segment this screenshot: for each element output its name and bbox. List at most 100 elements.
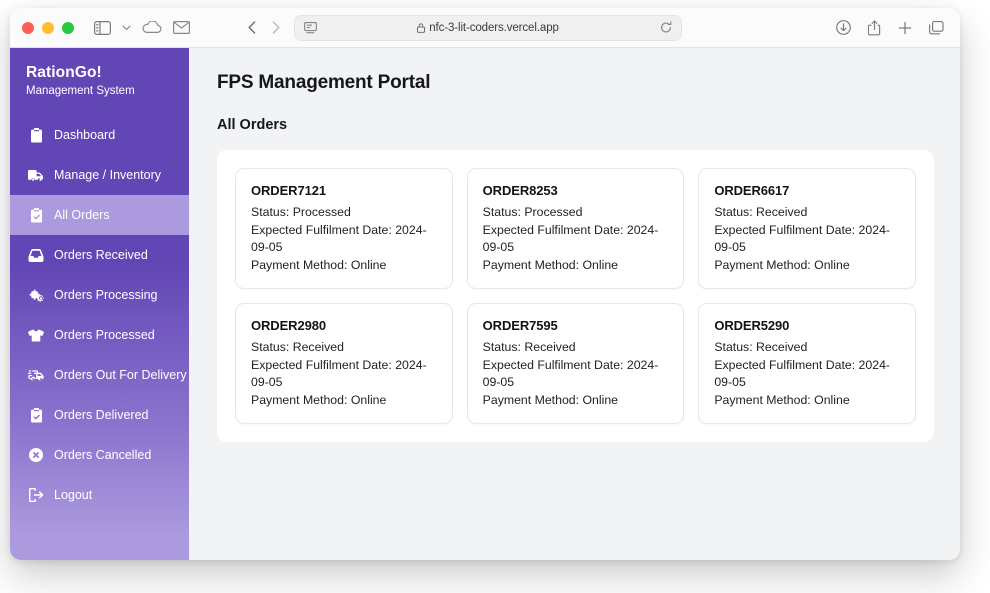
truck-icon: [28, 169, 44, 182]
lock-icon: [417, 22, 426, 33]
order-payment-method: Payment Method: Online: [483, 392, 670, 410]
order-status-value: Received: [524, 340, 576, 354]
order-status: Status: Received: [251, 339, 438, 357]
back-button[interactable]: [248, 21, 256, 34]
reload-icon[interactable]: [660, 21, 672, 34]
sidebar-item-orders-processing[interactable]: Orders Processing: [10, 275, 189, 315]
tab-overview-icon[interactable]: [929, 20, 944, 35]
chevron-down-icon[interactable]: [122, 24, 131, 31]
order-payment-method-value: Online: [814, 257, 850, 272]
sidebar-item-manage-inventory[interactable]: Manage / Inventory: [10, 155, 189, 195]
address-bar[interactable]: nfc-3-lit-coders.vercel.app: [294, 14, 682, 41]
sidebar-item-logout[interactable]: Logout: [10, 475, 189, 515]
sidebar-item-label: Dashboard: [54, 128, 116, 142]
times-circle-icon: [28, 448, 44, 462]
sidebar-item-label: Orders Processed: [54, 328, 155, 342]
order-id: ORDER5290: [714, 318, 790, 333]
inbox-icon: [28, 248, 44, 262]
order-card[interactable]: ORDER6617 Status: Received Expected Fulfil…: [698, 168, 916, 289]
order-fulfilment-date: Expected Fulfilment Date: 2024-09-05: [483, 222, 670, 257]
order-card[interactable]: ORDER8253 Status: Processed Expected Fulfi…: [466, 168, 685, 289]
sidebar: RationGo! Management System Dashboard Man…: [10, 48, 189, 560]
url-text-wrapper: nfc-3-lit-coders.vercel.app: [295, 22, 681, 34]
share-icon[interactable]: [868, 19, 881, 36]
order-fulfilment-date-label: Expected Fulfilment Date:: [482, 357, 624, 372]
order-card[interactable]: ORDER7121 Status: Processed Expected Fulfi…: [235, 168, 453, 289]
section-title: All Orders: [217, 117, 288, 133]
order-card[interactable]: ORDER5290 Status: Received Expected Fulfil…: [698, 303, 916, 424]
order-status-label: Status:: [714, 340, 753, 354]
toolbar-left-icons: [94, 20, 190, 35]
order-status-value: Processed: [524, 205, 583, 219]
sidebar-item-label: Logout: [54, 488, 93, 502]
order-status-value: Received: [756, 340, 808, 354]
order-fulfilment-date: Expected Fulfilment Date: 2024-09-05: [714, 357, 901, 392]
sidebar-item-dashboard[interactable]: Dashboard: [10, 115, 189, 155]
order-fulfilment-date-label: Expected Fulfilment Date:: [251, 357, 392, 372]
shipping-fast-icon: [28, 369, 44, 382]
mail-icon[interactable]: [173, 21, 190, 34]
order-card[interactable]: ORDER2980 Status: Received Expected Fulfil…: [235, 303, 453, 424]
sidebar-item-label: Orders Out For Delivery: [54, 368, 187, 382]
order-status: Status: Processed: [483, 204, 670, 222]
sidebar-item-label: Manage / Inventory: [54, 168, 162, 182]
close-window-button[interactable]: [22, 21, 34, 34]
order-payment-method: Payment Method: Online: [251, 257, 438, 275]
order-payment-method-label: Payment Method:: [714, 257, 811, 272]
order-status: Status: Received: [714, 204, 901, 222]
order-fulfilment-date-label: Expected Fulfilment Date:: [251, 222, 392, 237]
sidebar-item-orders-received[interactable]: Orders Received: [10, 235, 189, 275]
order-fulfilment-date-label: Expected Fulfilment Date:: [714, 222, 856, 237]
order-status-value: Processed: [292, 205, 351, 219]
url-text: nfc-3-lit-coders.vercel.app: [429, 21, 559, 34]
order-status: Status: Received: [483, 339, 670, 357]
order-id: ORDER8253: [482, 183, 558, 198]
order-fulfilment-date: Expected Fulfilment Date: 2024-09-05: [714, 222, 901, 257]
page-title: FPS Management Portal: [217, 72, 431, 93]
sign-out-icon: [28, 488, 44, 502]
icloud-icon[interactable]: [142, 21, 162, 34]
clipboard-list-icon: [28, 127, 44, 143]
sidebar-item-label: Orders Processing: [54, 288, 158, 302]
order-payment-method-value: Online: [350, 257, 387, 272]
order-status-label: Status:: [714, 205, 753, 219]
sidebar-item-orders-delivered[interactable]: Orders Delivered: [10, 395, 189, 435]
order-fulfilment-date: Expected Fulfilment Date: 2024-09-05: [483, 357, 670, 392]
order-status-label: Status:: [482, 205, 521, 219]
page-body: RationGo! Management System Dashboard Man…: [10, 48, 960, 560]
order-status-label: Status:: [482, 340, 521, 354]
forward-button[interactable]: [272, 21, 280, 34]
order-fulfilment-date-label: Expected Fulfilment Date:: [482, 222, 624, 237]
sidebar-item-orders-out-for-delivery[interactable]: Orders Out For Delivery: [10, 355, 189, 395]
order-fulfilment-date: Expected Fulfilment Date: 2024-09-05: [251, 357, 438, 392]
order-payment-method: Payment Method: Online: [714, 392, 901, 410]
clipboard-check-icon: [28, 207, 44, 223]
navigation-arrows: [248, 21, 280, 34]
sidebar-item-orders-cancelled[interactable]: Orders Cancelled: [10, 435, 189, 475]
sidebar-item-orders-processed[interactable]: Orders Processed: [10, 315, 189, 355]
sidebar-toggle-icon[interactable]: [94, 20, 111, 35]
new-tab-icon[interactable]: [898, 21, 912, 35]
order-payment-method: Payment Method: Online: [714, 257, 901, 275]
downloads-icon[interactable]: [836, 20, 851, 35]
minimize-window-button[interactable]: [42, 21, 54, 34]
order-card[interactable]: ORDER7595 Status: Received Expected Fulfil…: [466, 303, 685, 424]
browser-toolbar: nfc-3-lit-coders.vercel.app: [10, 8, 960, 48]
orders-panel: ORDER7121 Status: Processed Expected Fulfi…: [217, 150, 934, 442]
order-status-label: Status:: [251, 340, 290, 354]
order-fulfilment-date: Expected Fulfilment Date: 2024-09-05: [251, 222, 438, 257]
sidebar-item-label: All Orders: [54, 208, 110, 222]
order-payment-method-label: Payment Method:: [251, 392, 348, 407]
tshirt-icon: [28, 329, 44, 342]
order-status-value: Received: [292, 340, 344, 354]
maximize-window-button[interactable]: [62, 21, 74, 34]
sidebar-item-all-orders[interactable]: All Orders: [10, 195, 189, 235]
order-payment-method-value: Online: [814, 392, 850, 407]
main-content: FPS Management Portal All Orders ORDER71…: [189, 48, 960, 560]
order-payment-method: Payment Method: Online: [483, 257, 670, 275]
toolbar-right-icons: [836, 19, 948, 36]
sidebar-item-label: Orders Delivered: [54, 408, 149, 422]
order-status-value: Received: [756, 205, 808, 219]
order-id: ORDER7595: [482, 318, 558, 333]
sidebar-item-label: Orders Received: [54, 248, 148, 262]
